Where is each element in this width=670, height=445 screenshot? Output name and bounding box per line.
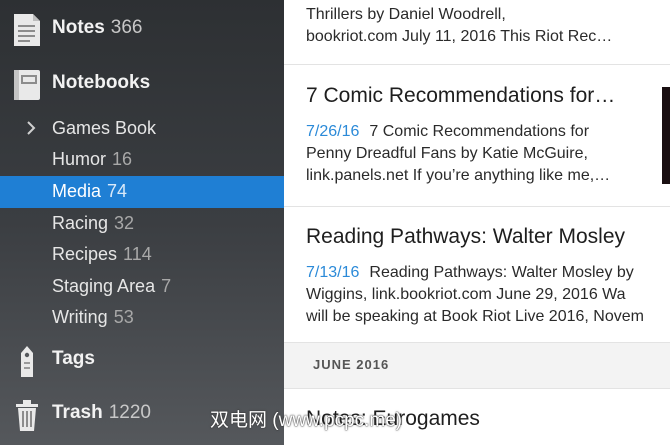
note-snippet-partial[interactable]: Thrillers by Daniel Woodrell, bookriot.c… xyxy=(306,4,670,48)
trash-count: 1220 xyxy=(108,402,151,423)
sidebar: Notes 366 Notebooks Games Book Humor 16 Me… xyxy=(0,0,284,445)
snippet-line: bookriot.com July 11, 2016 This Riot Rec… xyxy=(306,28,613,45)
snippet-line: Penny Dreadful Fans by Katie McGuire, xyxy=(306,145,588,162)
watermark: 双电网 (www.pcpc.me) xyxy=(210,410,403,431)
notebook-writing[interactable]: Writing 53 xyxy=(0,302,284,334)
notebook-count: 7 xyxy=(161,276,172,296)
notebook-label: Humor xyxy=(52,149,107,169)
note-date: 7/13/16 xyxy=(306,264,360,281)
divider xyxy=(284,388,670,389)
note-page-icon xyxy=(14,14,40,46)
sidebar-item-notebooks[interactable]: Notebooks xyxy=(0,63,284,107)
notebook-media[interactable]: Media 74 xyxy=(0,176,284,208)
snippet-line: Thrillers by Daniel Woodrell, xyxy=(306,6,506,23)
trash-icon xyxy=(16,400,38,431)
notebook-label: Media xyxy=(52,181,102,201)
notebooks-label: Notebooks xyxy=(52,72,151,93)
snippet-line: Wiggins, link.bookriot.com June 29, 2016… xyxy=(306,286,626,303)
notebook-label: Recipes xyxy=(52,244,118,264)
notebook-recipes[interactable]: Recipes 114 xyxy=(0,239,284,271)
snippet-line: 7 Comic Recommendations for xyxy=(369,123,590,140)
notebook-racing[interactable]: Racing 32 xyxy=(0,208,284,240)
notebook-count: 74 xyxy=(107,181,128,201)
notebook-count: 114 xyxy=(123,244,152,264)
snippet-line: will be speaking at Book Riot Live 2016,… xyxy=(306,308,644,325)
notebook-label: Writing xyxy=(52,307,108,327)
notebook-count: 53 xyxy=(113,307,134,327)
notebook-label: Staging Area xyxy=(52,276,156,296)
tag-icon xyxy=(21,346,33,377)
notebook-label: Racing xyxy=(52,213,109,233)
section-header-label: JUNE 2016 xyxy=(313,357,390,372)
note-thumbnail xyxy=(662,87,670,184)
notebook-games-book[interactable]: Games Book xyxy=(0,113,284,145)
note-title: Reading Pathways: Walter Mosley xyxy=(306,225,626,248)
chevron-right-icon[interactable] xyxy=(24,121,38,135)
sidebar-item-notes[interactable]: Notes 366 xyxy=(0,8,284,52)
note-snippet: 7/13/16 Reading Pathways: Walter Mosley b… xyxy=(306,262,670,328)
note-snippet: 7/26/16 7 Comic Recommendations for Penny… xyxy=(306,121,670,187)
snippet-line: Reading Pathways: Walter Mosley by xyxy=(369,264,634,281)
note-date: 7/26/16 xyxy=(306,123,360,140)
notebook-humor[interactable]: Humor 16 xyxy=(0,144,284,176)
notebook-label: Games Book xyxy=(52,118,157,138)
tags-label: Tags xyxy=(52,348,95,369)
notebook-count: 32 xyxy=(114,213,135,233)
notebook-icon xyxy=(14,70,40,100)
trash-label: Trash 1220 xyxy=(52,402,151,423)
sidebar-item-tags[interactable]: Tags xyxy=(0,339,284,383)
divider xyxy=(284,342,670,343)
note-title: 7 Comic Recommendations for… xyxy=(306,84,616,107)
notes-label: Notes 366 xyxy=(52,17,143,38)
divider xyxy=(284,206,670,207)
snippet-line: link.panels.net If you’re anything like … xyxy=(306,167,611,184)
divider xyxy=(284,64,670,65)
notebook-staging-area[interactable]: Staging Area 7 xyxy=(0,271,284,303)
notes-count: 366 xyxy=(110,17,143,38)
notes-list[interactable]: Thrillers by Daniel Woodrell, bookriot.c… xyxy=(284,0,670,445)
section-header: JUNE 2016 xyxy=(284,342,670,388)
notebook-count: 16 xyxy=(112,149,133,169)
